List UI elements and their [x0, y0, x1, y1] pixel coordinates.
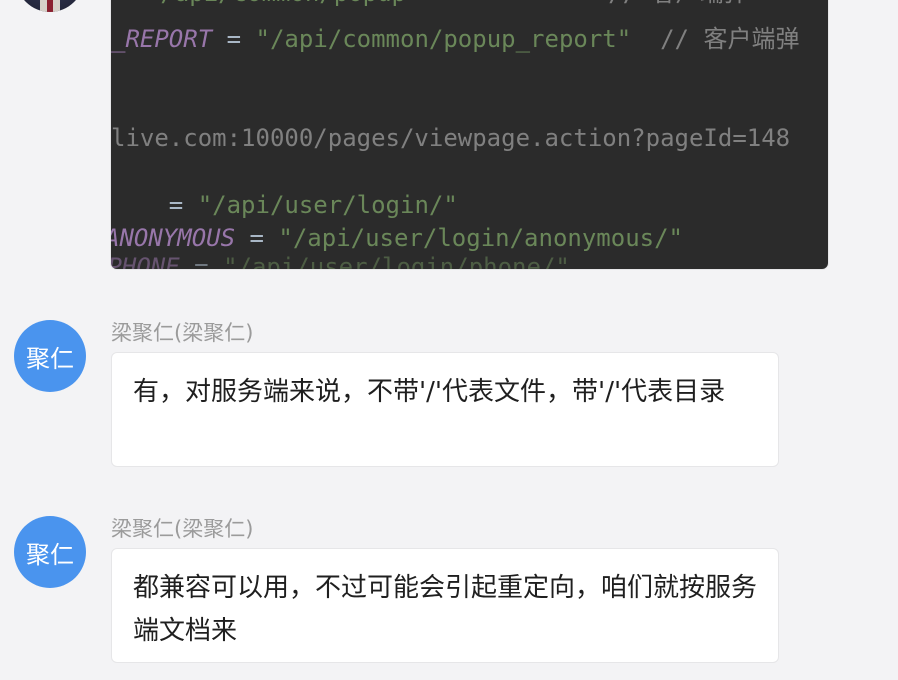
code-line: = "/api/user/login/" [111, 190, 458, 220]
avatar-label: 聚仁 [26, 344, 74, 373]
user-avatar-top[interactable] [16, 0, 84, 12]
code-token: _REPORT [111, 25, 213, 53]
code-token: // 客户端弹 [420, 0, 747, 7]
avatar-label: 聚仁 [26, 540, 74, 569]
code-token: = [212, 25, 256, 53]
message-bubble[interactable]: 有，对服务端来说，不带'/'代表文件，带'/'代表目录 [111, 352, 779, 467]
code-token: = [111, 191, 198, 219]
avatar-photo-tie [47, 0, 53, 12]
code-token: "/api/user/login/phone/" [223, 253, 570, 269]
code-line: _REPORT = "/api/common/popup_report" // … [111, 24, 799, 54]
code-line: live.com:10000/pages/viewpage.action?pag… [111, 123, 790, 153]
sender-avatar[interactable]: 聚仁 [14, 516, 86, 588]
code-screenshot-image[interactable]: = "/api/common/popup" // 客户端弹 _REPORT = … [111, 0, 828, 269]
sender-name: 梁聚仁(梁聚仁) [111, 517, 254, 541]
code-line: = "/api/common/popup" // 客户端弹 [117, 0, 748, 8]
code-token: = [235, 224, 279, 252]
code-token: "/api/common/popup_report" [255, 25, 632, 53]
code-token: ANONYMOUS [111, 224, 236, 252]
message-text: 都兼容可以用，不过可能会引起重定向，咱们就按服务端文档来 [133, 573, 758, 646]
sender-avatar[interactable]: 聚仁 [14, 320, 86, 392]
message-text: 有，对服务端来说，不带'/'代表文件，带'/'代表目录 [133, 377, 726, 407]
sender-name: 梁聚仁(梁聚仁) [111, 321, 254, 345]
message-bubble[interactable]: 都兼容可以用，不过可能会引起重定向，咱们就按服务端文档来 [111, 548, 779, 663]
code-token: = [179, 253, 224, 269]
code-line: ANONYMOUS = "/api/user/login/anonymous/" [111, 223, 683, 253]
code-token: "/api/user/login/" [197, 191, 458, 219]
code-line: _PHONE = "/api/user/login/phone/" [111, 252, 570, 269]
code-token: = [117, 0, 146, 7]
code-token: "/api/user/login/anonymous/" [278, 224, 683, 252]
code-token: _PHONE [111, 253, 180, 269]
code-token: // 客户端弹 [631, 25, 800, 53]
code-token: live.com:10000/pages/viewpage.action?pag… [111, 124, 791, 152]
code-token: "/api/common/popup" [146, 0, 421, 7]
